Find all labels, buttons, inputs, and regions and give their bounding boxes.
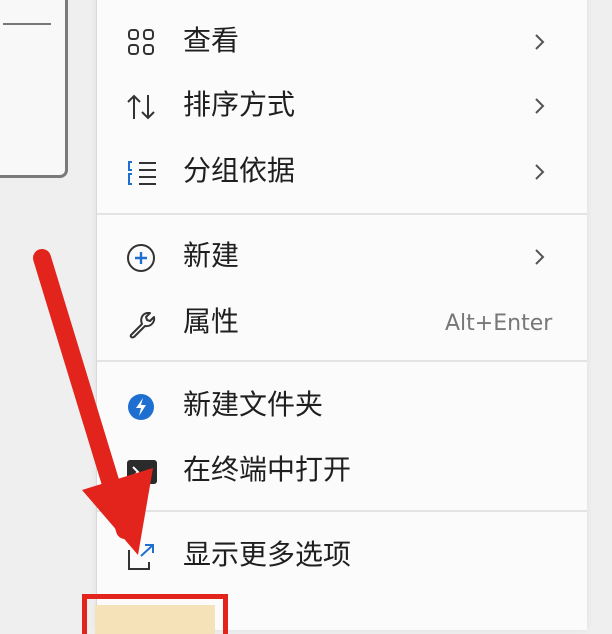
window-decoration-line — [3, 23, 51, 25]
show-more-options-icon — [128, 544, 154, 570]
menu-item-label: 新建 — [183, 239, 240, 272]
menu-item-label: 排序方式 — [183, 88, 296, 121]
menu-item-properties[interactable]: 属性 Alt+Enter — [97, 293, 587, 353]
annotation-highlight-box — [82, 594, 228, 634]
menu-item-group-by[interactable]: 分组依据 — [97, 142, 587, 202]
menu-separator — [97, 360, 587, 362]
menu-item-label: 查看 — [183, 24, 240, 57]
menu-item-sort-by[interactable]: 排序方式 — [97, 76, 587, 136]
terminal-icon — [127, 460, 157, 484]
chevron-right-icon — [535, 164, 545, 180]
menu-item-open-in-terminal[interactable]: 在终端中打开 — [97, 441, 587, 501]
menu-separator — [97, 213, 587, 215]
chevron-right-icon — [535, 98, 545, 114]
lightning-badge-icon — [128, 394, 154, 420]
menu-item-label: 显示更多选项 — [183, 538, 352, 571]
menu-item-view[interactable]: 查看 — [97, 12, 587, 72]
menu-separator — [97, 510, 587, 512]
menu-item-label: 分组依据 — [183, 154, 296, 187]
menu-item-label: 在终端中打开 — [183, 453, 352, 486]
menu-item-new-folder[interactable]: 新建文件夹 — [97, 376, 587, 436]
shortcut-hint: Alt+Enter — [445, 311, 553, 336]
chevron-right-icon — [535, 34, 545, 50]
background-window-fragment — [0, 0, 68, 178]
highlighted-item-fragment — [95, 605, 215, 634]
wrench-icon — [129, 312, 156, 339]
menu-item-label: 属性 — [183, 305, 240, 338]
menu-item-new[interactable]: 新建 — [97, 227, 587, 287]
plus-circle-icon — [127, 244, 155, 272]
sort-arrows-icon — [127, 94, 155, 120]
context-menu: 查看 排序方式 分组依据 新建 属性 Alt+Enter 新建文件夹 在终端中打… — [96, 0, 587, 630]
menu-item-show-more-options[interactable]: 显示更多选项 — [97, 526, 587, 586]
menu-item-label: 新建文件夹 — [183, 388, 324, 421]
chevron-right-icon — [535, 249, 545, 265]
group-list-icon — [128, 161, 156, 185]
grid-view-icon — [128, 29, 154, 55]
